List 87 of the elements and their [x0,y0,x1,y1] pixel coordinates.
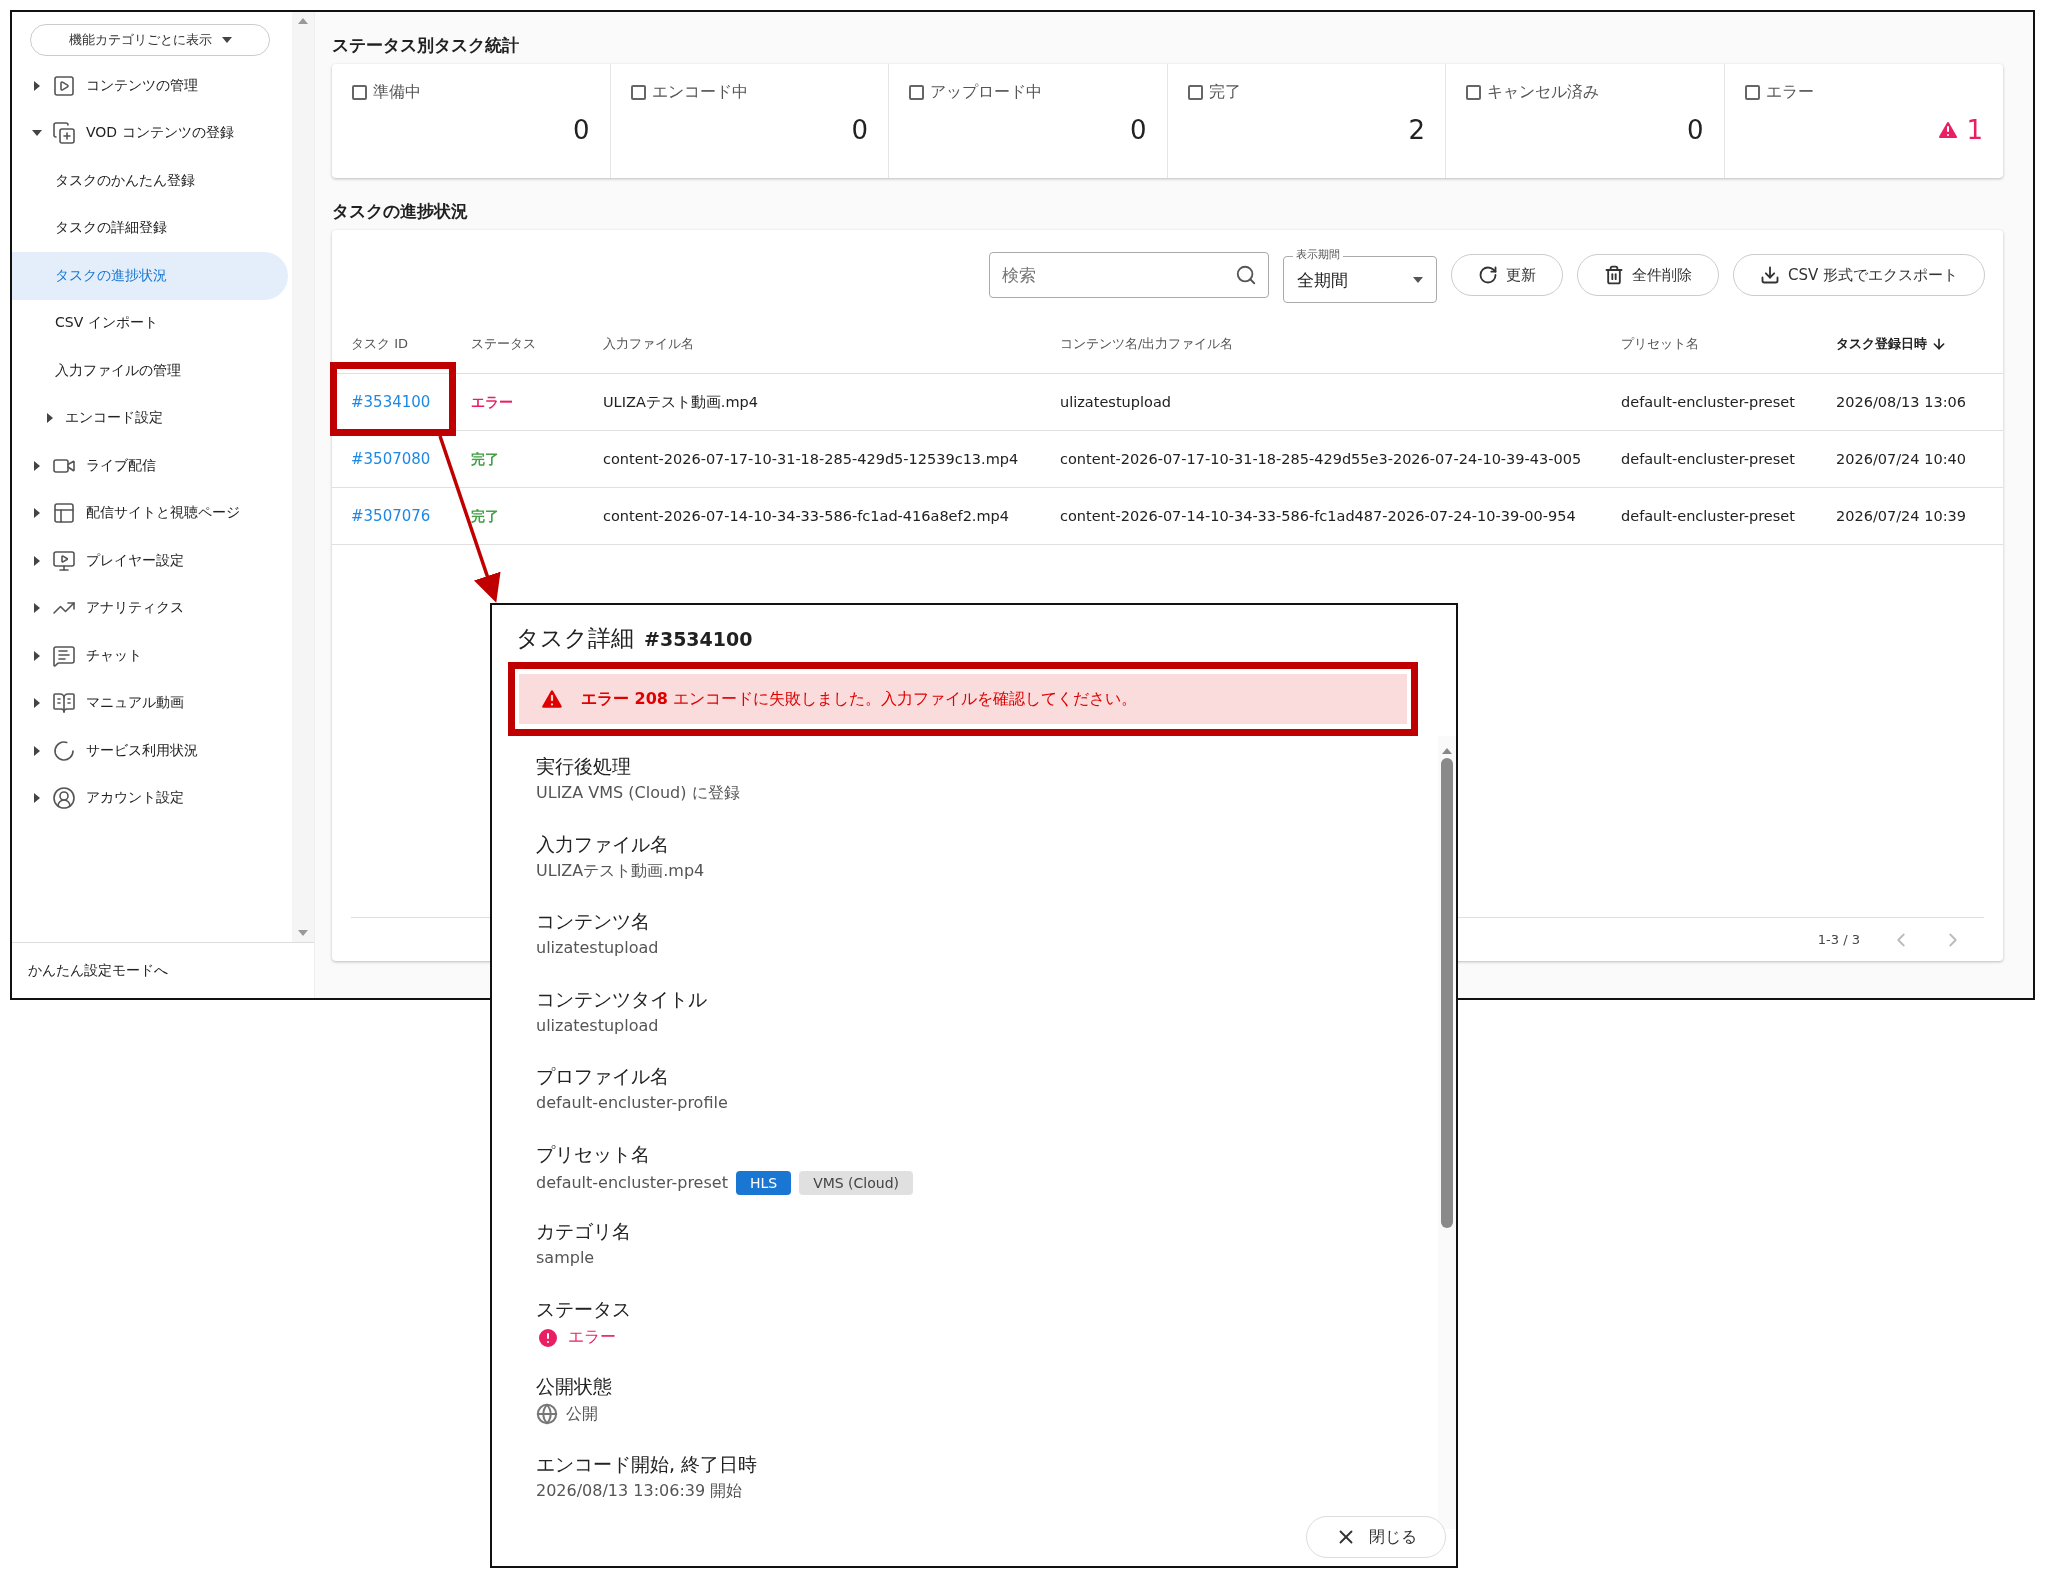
table-cell-text: content-2026-07-14-10-34-33-586-fc1ad487-2026-07-24-10-39-00-954 [1060,508,1577,524]
stat-count: 0 [1686,115,1704,145]
nav-item[interactable]: タスクの進捗状況 [12,252,288,300]
table-cell-text: default-encluster-preset [1621,451,1796,467]
stat-label: エラー [1765,82,1814,103]
table-cell-text: content-2026-07-17-10-31-18-285-429d55e3-2026-07-24-10-39-43-005 [1060,451,1583,467]
column-header[interactable]: ステータス [471,334,603,353]
stat-count: 2 [1408,115,1425,145]
field-value: 2026/08/13 13:06:39 開始 [536,1480,744,1502]
tag: HLS [735,1170,792,1195]
field-value: ulizatestupload [536,938,660,957]
field-label: カテゴリ名 [536,1219,632,1244]
field-value: エラー [568,1327,616,1348]
table-cell-text: content-2026-07-17-10-31-18-285-429d5-12539c13.mp4 [603,451,1020,467]
table-cell-text: 2026/07/24 10:40 [1836,451,1967,467]
field-label: ステータス [536,1296,632,1322]
field-value: sample [536,1248,596,1267]
section-title: タスクの進捗状況 [332,200,469,223]
nav-item[interactable]: エンコード設定 [12,394,288,442]
nav-item[interactable]: マニュアル動画 [12,679,288,727]
nav-item[interactable]: コンテンツの管理 [12,62,288,110]
stat-count: 0 [572,115,590,145]
nav-item[interactable]: 入力ファイルの管理 [12,347,288,395]
page-range: 1-3 / 3 [1817,932,1860,947]
field-label: コンテンツ名 [536,909,651,934]
stat-label: 完了 [1208,82,1241,103]
nav-item[interactable]: タスクのかんたん登録 [12,157,288,205]
close-button[interactable]: 閉じる [1306,1516,1446,1558]
field-value: ULIZA VMS (Cloud) に登録 [536,783,741,804]
error-message: エラー 208 エンコードに失敗しました。入力ファイルを確認してください。 [581,688,1138,710]
field-label: プロファイル名 [536,1064,670,1089]
field-label: 公開状態 [536,1374,613,1399]
column-header[interactable]: プリセット名 [1621,334,1836,353]
task-id-link[interactable]: #3507080 [351,450,431,468]
section-title: ステータス別タスク統計 [332,34,520,57]
field-value: 公開 [566,1403,598,1425]
dialog-title: タスク詳細 [516,624,634,653]
nav-item[interactable]: プレイヤー設定 [12,537,288,585]
field-label: 実行後処理 [536,754,632,779]
period-select[interactable]: 表示期間 全期間 [1282,247,1437,303]
status-text: 完了 [471,450,499,467]
stat-count: 1 [1966,115,1983,145]
nav-item[interactable]: アナリティクス [12,584,288,632]
column-header[interactable]: タスク登録日時 [1836,334,2003,353]
nav-item[interactable]: ライブ配信 [12,442,288,490]
stat-label: キャンセル済み [1487,82,1599,103]
status-text: 完了 [471,507,499,524]
status-text: エラー [471,393,513,410]
search-field[interactable]: 検索 [988,252,1269,298]
column-header[interactable]: 入力ファイル名 [603,334,1060,353]
nav-item[interactable]: VOD コンテンツの登録 [12,109,288,157]
task-id-link[interactable]: #3507076 [351,507,431,525]
table-cell-text: ULIZAテスト動画.mp4 [603,392,759,412]
nav-item[interactable]: アカウント設定 [12,774,288,822]
table-cell-text: content-2026-07-14-10-34-33-586-fc1ad-416a8ef2.mp4 [603,508,1011,524]
toolbar-button[interactable]: 更新 [1450,254,1563,296]
column-header[interactable]: タスク ID [351,334,471,353]
field-value: ULIZAテスト動画.mp4 [536,860,706,882]
stat-count: 0 [1129,115,1147,145]
task-id-link[interactable]: #3534100 [351,393,431,411]
stat-label: アップロード中 [930,82,1042,103]
field-value: default-encluster-preset [536,1173,728,1192]
nav-item[interactable]: チャット [12,632,288,680]
toolbar-button[interactable]: CSV 形式でエクスポート [1732,254,1985,296]
table-cell-text: ulizatestupload [1060,394,1172,410]
stat-label: 準備中 [373,82,421,103]
field-label: エンコード開始, 終了日時 [536,1451,759,1477]
column-header[interactable]: コンテンツ名/出力ファイル名 [1060,334,1621,353]
field-label: 入力ファイル名 [536,831,670,857]
field-label: コンテンツタイトル [536,986,708,1012]
nav-item[interactable]: CSV インポート [12,299,288,347]
field-label: プリセット名 [536,1141,651,1167]
field-value: ulizatestupload [536,1015,660,1035]
stat-label: エンコード中 [651,82,748,103]
nav-item[interactable]: タスクの詳細登録 [12,204,288,252]
tag: VMS (Cloud) [799,1170,914,1195]
task-id: #3534100 [644,628,753,650]
field-value: default-encluster-profile [536,1093,729,1112]
nav-item[interactable]: サービス利用状況 [12,727,288,775]
nav-item[interactable]: 配信サイトと視聴ページ [12,489,288,537]
table-cell-text: 2026/08/13 13:06 [1836,394,1967,410]
table-cell-text: 2026/07/24 10:39 [1836,508,1967,524]
table-cell-text: default-encluster-preset [1621,394,1796,410]
easy-mode-link[interactable]: かんたん設定モードへ [28,961,168,980]
table-cell-text: default-encluster-preset [1621,508,1796,524]
stat-count: 0 [851,115,868,145]
toolbar-button[interactable]: 全件削除 [1576,254,1719,296]
